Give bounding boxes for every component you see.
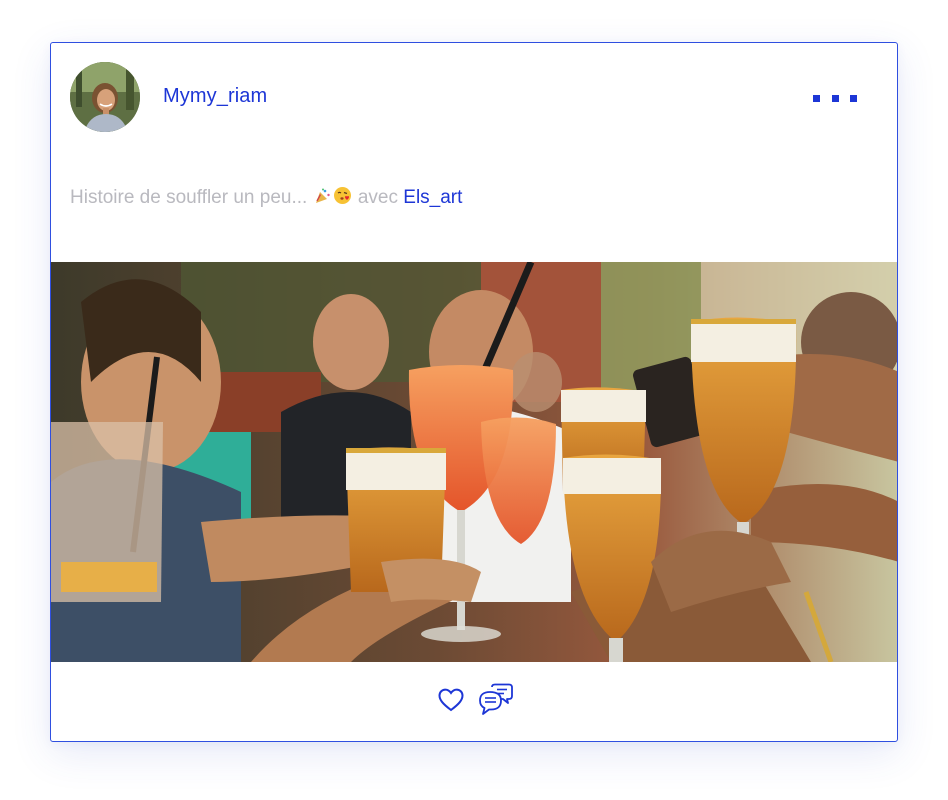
caption-with-label: avec [357,187,398,208]
more-options-icon [813,94,820,102]
heart-icon [438,688,464,712]
post-caption: Histoire de souffler un peu... avec Els_… [70,186,462,211]
party-popper-emoji [314,188,331,211]
comments-icon [479,683,513,715]
username[interactable]: Mymy_riam [163,85,267,108]
like-button[interactable] [437,686,465,714]
mention-link[interactable]: Els_art [403,187,462,208]
post-card: Mymy_riam Histoire de souffler un peu... [50,42,898,742]
comment-button[interactable] [478,683,514,717]
profile-photo-icon [70,62,140,132]
kiss-emoji [333,186,352,211]
post-header: Mymy_riam [51,43,897,153]
photo-friends-toasting-drinks [51,262,897,662]
avatar[interactable] [70,62,140,132]
more-options-icon [850,94,857,102]
post-photo[interactable] [51,262,897,662]
more-options-icon [831,94,839,102]
caption-text: Histoire de souffler un peu... [70,187,308,208]
post-actions [51,662,897,741]
more-options-button[interactable] [813,87,857,109]
